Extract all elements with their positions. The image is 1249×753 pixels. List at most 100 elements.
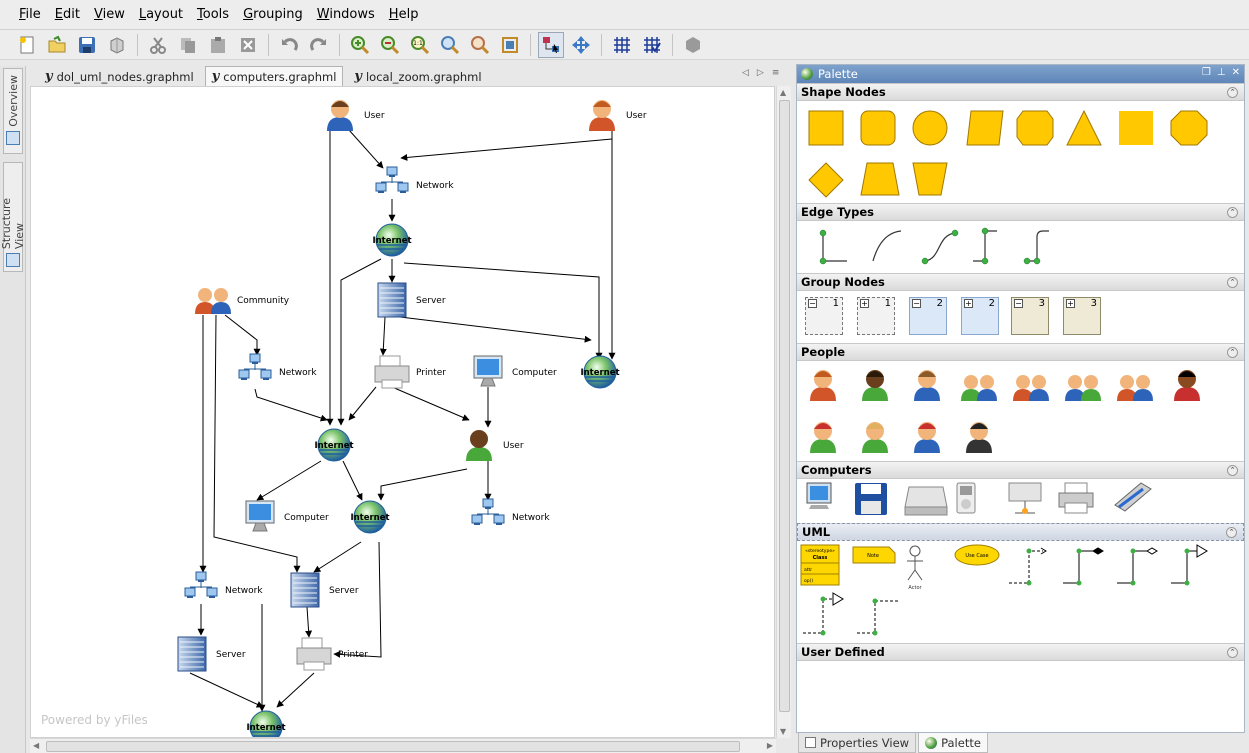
group-node-blue-expanded[interactable]: + 2 [961,297,999,335]
zoom-in-icon[interactable] [347,32,373,58]
palette-person-icon[interactable] [810,370,836,401]
graph-canvas[interactable]: User User Network Internet Community Server Ne… [30,86,775,738]
new-document-icon[interactable] [14,32,40,58]
group-node-blue-collapsed[interactable]: − 2 [909,297,947,335]
collapse-icon[interactable]: ⌃ [1227,465,1238,476]
save-icon[interactable] [74,32,100,58]
menu-edit[interactable]: Edit [48,7,87,22]
graph-node-user1[interactable]: User [327,100,385,131]
doc-tab[interactable]: y local_zoom.graphml [347,66,488,86]
section-edge-types[interactable]: Edge Types ⌃ [797,203,1244,221]
graph-node-net4[interactable]: Network [184,571,263,598]
cut-icon[interactable] [145,32,171,58]
graph-node-comp2[interactable]: Computer [245,500,329,532]
group-node-dashed-collapsed[interactable]: − 1 [805,297,843,335]
section-computers[interactable]: Computers ⌃ [797,461,1244,479]
tab-structure-view[interactable]: Structure View [0,162,26,272]
palette-person-icon[interactable] [1013,375,1049,401]
zoom-out-icon[interactable] [377,32,403,58]
palette-person-icon[interactable] [1174,370,1200,401]
menu-help[interactable]: Help [382,7,426,22]
section-uml[interactable]: UML ⌃ [797,523,1244,541]
palette-person-icon[interactable] [862,370,888,401]
graph-node-net3[interactable]: Network [471,498,550,525]
palette-person-icon[interactable] [966,422,992,453]
close-panel-icon[interactable]: ✕ [1232,67,1240,78]
tab-scroll-left-icon[interactable]: ◁ [742,68,749,78]
graph-node-inet4[interactable]: Internet [350,500,390,534]
palette-person-icon[interactable] [862,422,888,453]
graph-node-server1[interactable]: Server [377,282,446,318]
graph-node-user3[interactable]: User [466,430,524,461]
collapse-icon[interactable]: ⌃ [1226,527,1237,538]
navigate-mode-icon[interactable] [568,32,594,58]
collapse-icon[interactable]: ⌃ [1227,647,1238,658]
graph-node-inet2[interactable]: Internet [580,355,620,389]
paste-icon[interactable] [205,32,231,58]
palette-person-icon[interactable] [961,375,997,401]
restore-window-icon[interactable]: ❐ [1202,67,1211,78]
horizontal-scroll-thumb[interactable] [46,741,740,752]
horizontal-scrollbar[interactable]: ◀ ▶ [30,738,776,753]
menu-tools[interactable]: Tools [190,7,236,22]
collapse-icon[interactable]: ⌃ [1227,87,1238,98]
scroll-up-icon[interactable]: ▲ [780,88,786,97]
menu-layout[interactable]: Layout [132,7,190,22]
graph-node-comp1[interactable]: Computer [473,355,557,387]
section-user-defined[interactable]: User Defined ⌃ [797,643,1244,661]
graph-node-server2[interactable]: Server [290,572,359,608]
graph-node-inet1[interactable]: Internet [372,223,412,257]
open-folder-icon[interactable] [44,32,70,58]
layout-icon[interactable] [680,32,706,58]
redo-icon[interactable] [306,32,332,58]
section-group-nodes[interactable]: Group Nodes ⌃ [797,273,1244,291]
tab-overview[interactable]: Overview [3,68,23,154]
collapse-icon[interactable]: ⌃ [1227,277,1238,288]
menu-windows[interactable]: Windows [310,7,382,22]
tab-list-icon[interactable]: ≡ [772,68,780,78]
scroll-left-icon[interactable]: ◀ [33,741,39,750]
palette-person-icon[interactable] [914,422,940,453]
graph-node-inet5[interactable]: Internet [246,710,286,738]
section-shape-nodes[interactable]: Shape Nodes ⌃ [797,83,1244,101]
scroll-down-icon[interactable]: ▼ [780,727,786,736]
palette-person-icon[interactable] [1065,375,1101,401]
graph-node-user2[interactable]: User [589,100,647,131]
fit-content-icon[interactable] [497,32,523,58]
group-node-dashed-expanded[interactable]: + 1 [857,297,895,335]
menu-view[interactable]: View [87,7,132,22]
group-node-beige-expanded[interactable]: + 3 [1063,297,1101,335]
graph-node-net2[interactable]: Network [238,353,317,380]
edit-mode-icon[interactable] [538,31,564,58]
tab-scroll-right-icon[interactable]: ▷ [757,68,764,78]
zoom-selection-icon[interactable] [467,32,493,58]
undo-icon[interactable] [276,32,302,58]
vertical-scrollbar[interactable]: ▲ ▼ [776,86,791,738]
vertical-scroll-thumb[interactable] [779,100,790,712]
graph-node-server3[interactable]: Server [177,636,246,672]
scroll-right-icon[interactable]: ▶ [767,741,773,750]
palette-person-icon[interactable] [810,422,836,453]
tab-palette[interactable]: Palette [918,733,988,753]
graph-node-printer2[interactable]: Printer [296,637,368,671]
snap-grid-icon[interactable] [639,32,665,58]
graph-node-printer1[interactable]: Printer [374,355,446,389]
doc-tab-active[interactable]: y computers.graphml [204,66,344,86]
doc-tab[interactable]: y dol_uml_nodes.graphml [38,66,201,86]
palette-person-icon[interactable] [1117,375,1153,401]
graph-node-community[interactable]: Community [195,288,290,314]
graph-node-net1[interactable]: Network [375,166,454,193]
delete-icon[interactable] [235,32,261,58]
group-node-beige-collapsed[interactable]: − 3 [1011,297,1049,335]
palette-person-icon[interactable] [914,370,940,401]
tab-properties-view[interactable]: Properties View [798,733,917,753]
zoom-fit-icon[interactable] [437,32,463,58]
copy-icon[interactable] [175,32,201,58]
grid-icon[interactable] [609,32,635,58]
menu-file[interactable]: File [12,7,48,22]
collapse-icon[interactable]: ⌃ [1227,207,1238,218]
collapse-icon[interactable]: ⌃ [1227,347,1238,358]
pin-icon[interactable]: ⊥ [1217,67,1226,78]
graph-node-inet3[interactable]: Internet [314,428,354,462]
section-people[interactable]: People ⌃ [797,343,1244,361]
